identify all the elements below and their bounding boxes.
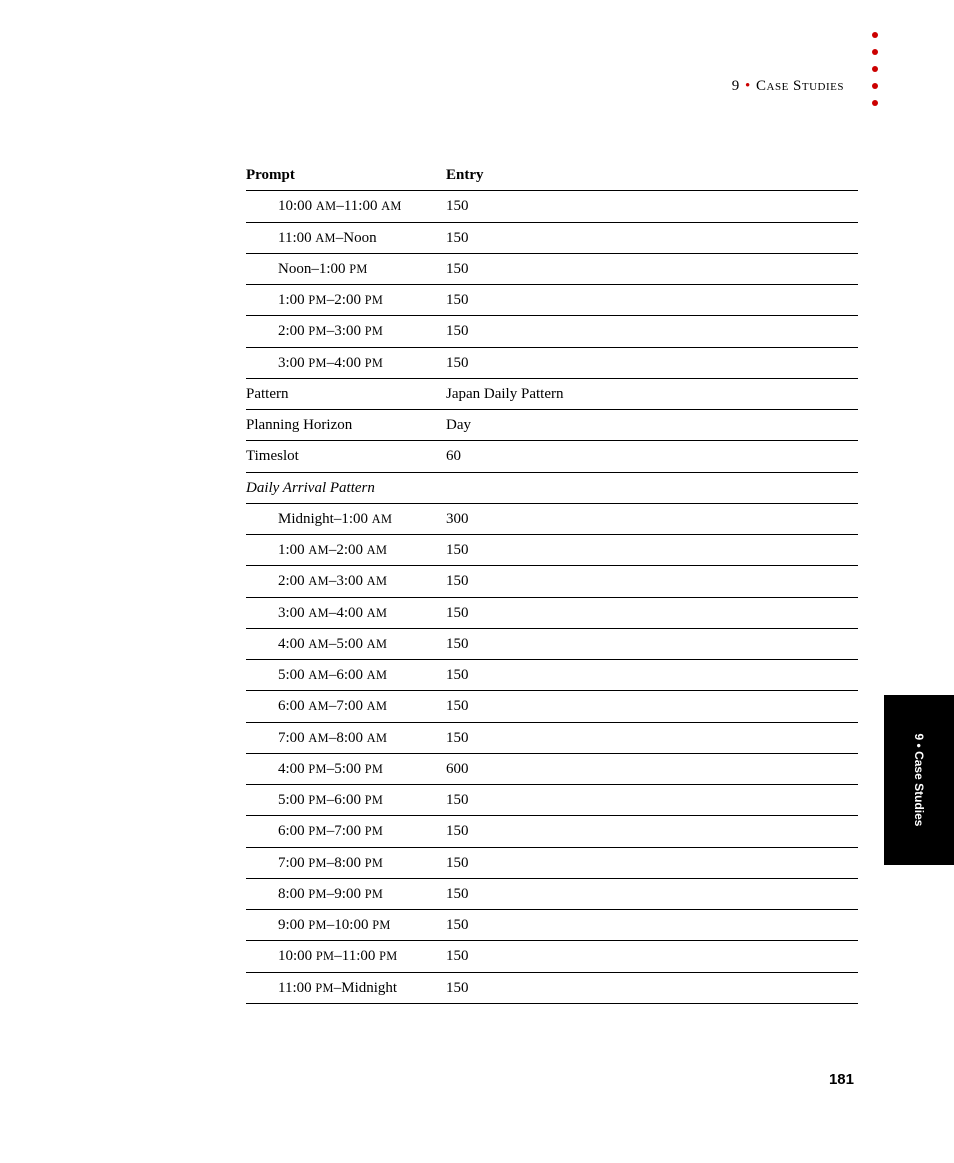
table-row: 5:00 am–6:00 am150 — [246, 660, 858, 691]
entry-cell: 150 — [446, 566, 858, 597]
entry-cell: 150 — [446, 285, 858, 316]
table-row: 2:00 am–3:00 am150 — [246, 566, 858, 597]
entry-cell: 150 — [446, 253, 858, 284]
table-row: 6:00 pm–7:00 pm150 — [246, 816, 858, 847]
side-tab: 9 • Case Studies — [884, 695, 954, 865]
entry-cell: 150 — [446, 660, 858, 691]
table-row: 3:00 pm–4:00 pm150 — [246, 347, 858, 378]
running-header: 9 • Case Studies — [732, 78, 844, 95]
table-container: Prompt Entry 10:00 am–11:00 am15011:00 a… — [246, 160, 858, 1004]
dot-icon — [872, 83, 878, 89]
prompt-cell: 7:00 am–8:00 am — [246, 722, 446, 753]
dot-icon — [872, 66, 878, 72]
table-row: 3:00 am–4:00 am150 — [246, 597, 858, 628]
dot-icon — [872, 100, 878, 106]
table-row: 10:00 pm–11:00 pm150 — [246, 941, 858, 972]
prompt-cell: 1:00 pm–2:00 pm — [246, 285, 446, 316]
entry-cell: 300 — [446, 503, 858, 534]
entry-cell: 150 — [446, 347, 858, 378]
prompt-cell: 8:00 pm–9:00 pm — [246, 878, 446, 909]
entry-cell — [446, 472, 858, 503]
table-row: 10:00 am–11:00 am150 — [246, 191, 858, 222]
entry-cell: 150 — [446, 597, 858, 628]
entry-cell: 150 — [446, 785, 858, 816]
table-row: 11:00 pm–Midnight150 — [246, 972, 858, 1003]
entry-cell: 150 — [446, 191, 858, 222]
entry-cell: 150 — [446, 910, 858, 941]
prompt-cell: 11:00 pm–Midnight — [246, 972, 446, 1003]
entry-cell: 150 — [446, 691, 858, 722]
table-row: 7:00 am–8:00 am150 — [246, 722, 858, 753]
prompt-cell: Noon–1:00 pm — [246, 253, 446, 284]
prompt-cell: Daily Arrival Pattern — [246, 472, 446, 503]
side-tab-label: 9 • Case Studies — [912, 734, 926, 827]
entry-cell: 150 — [446, 816, 858, 847]
table-row: 9:00 pm–10:00 pm150 — [246, 910, 858, 941]
table-row: 8:00 pm–9:00 pm150 — [246, 878, 858, 909]
prompt-cell: Timeslot — [246, 441, 446, 472]
table-row: Noon–1:00 pm150 — [246, 253, 858, 284]
table-row: Timeslot60 — [246, 441, 858, 472]
table-row: Planning HorizonDay — [246, 410, 858, 441]
entry-cell: 600 — [446, 753, 858, 784]
prompt-cell: 4:00 am–5:00 am — [246, 628, 446, 659]
chapter-number: 9 — [732, 78, 740, 94]
prompt-cell: 4:00 pm–5:00 pm — [246, 753, 446, 784]
prompt-cell: 10:00 am–11:00 am — [246, 191, 446, 222]
prompt-cell: Planning Horizon — [246, 410, 446, 441]
table-row: 6:00 am–7:00 am150 — [246, 691, 858, 722]
col-header-entry: Entry — [446, 160, 858, 191]
entry-cell: 150 — [446, 722, 858, 753]
entry-cell: Japan Daily Pattern — [446, 378, 858, 409]
prompt-cell: 3:00 pm–4:00 pm — [246, 347, 446, 378]
prompt-cell: 10:00 pm–11:00 pm — [246, 941, 446, 972]
entry-cell: Day — [446, 410, 858, 441]
prompt-cell: 2:00 pm–3:00 pm — [246, 316, 446, 347]
col-header-prompt: Prompt — [246, 160, 446, 191]
table-row: 4:00 pm–5:00 pm600 — [246, 753, 858, 784]
chapter-title: Case Studies — [756, 78, 844, 94]
entry-cell: 150 — [446, 222, 858, 253]
entry-cell: 150 — [446, 316, 858, 347]
dot-icon — [872, 49, 878, 55]
prompt-cell: Midnight–1:00 am — [246, 503, 446, 534]
table-row: 7:00 pm–8:00 pm150 — [246, 847, 858, 878]
table-row: PatternJapan Daily Pattern — [246, 378, 858, 409]
table-row: Daily Arrival Pattern — [246, 472, 858, 503]
prompt-cell: 1:00 am–2:00 am — [246, 535, 446, 566]
table-row: 2:00 pm–3:00 pm150 — [246, 316, 858, 347]
prompt-cell: Pattern — [246, 378, 446, 409]
prompt-cell: 2:00 am–3:00 am — [246, 566, 446, 597]
table-row: 1:00 am–2:00 am150 — [246, 535, 858, 566]
entry-cell: 150 — [446, 535, 858, 566]
prompt-cell: 5:00 am–6:00 am — [246, 660, 446, 691]
dot-icon — [872, 32, 878, 38]
entry-cell: 150 — [446, 941, 858, 972]
prompt-cell: 5:00 pm–6:00 pm — [246, 785, 446, 816]
page: 9 • Case Studies Prompt Entry 10:00 am–1… — [0, 0, 954, 1163]
table-row: 5:00 pm–6:00 pm150 — [246, 785, 858, 816]
prompt-cell: 7:00 pm–8:00 pm — [246, 847, 446, 878]
table-header-row: Prompt Entry — [246, 160, 858, 191]
entry-cell: 150 — [446, 878, 858, 909]
table-row: 11:00 am–Noon150 — [246, 222, 858, 253]
prompt-cell: 3:00 am–4:00 am — [246, 597, 446, 628]
entry-cell: 150 — [446, 628, 858, 659]
page-number: 181 — [829, 1071, 854, 1088]
prompt-cell: 6:00 am–7:00 am — [246, 691, 446, 722]
prompt-cell: 11:00 am–Noon — [246, 222, 446, 253]
table-row: 1:00 pm–2:00 pm150 — [246, 285, 858, 316]
table-row: Midnight–1:00 am300 — [246, 503, 858, 534]
table-row: 4:00 am–5:00 am150 — [246, 628, 858, 659]
arrival-pattern-table: Prompt Entry 10:00 am–11:00 am15011:00 a… — [246, 160, 858, 1004]
entry-cell: 60 — [446, 441, 858, 472]
prompt-cell: 6:00 pm–7:00 pm — [246, 816, 446, 847]
entry-cell: 150 — [446, 972, 858, 1003]
prompt-cell: 9:00 pm–10:00 pm — [246, 910, 446, 941]
header-separator: • — [743, 78, 752, 94]
entry-cell: 150 — [446, 847, 858, 878]
decorative-dots — [872, 32, 878, 117]
